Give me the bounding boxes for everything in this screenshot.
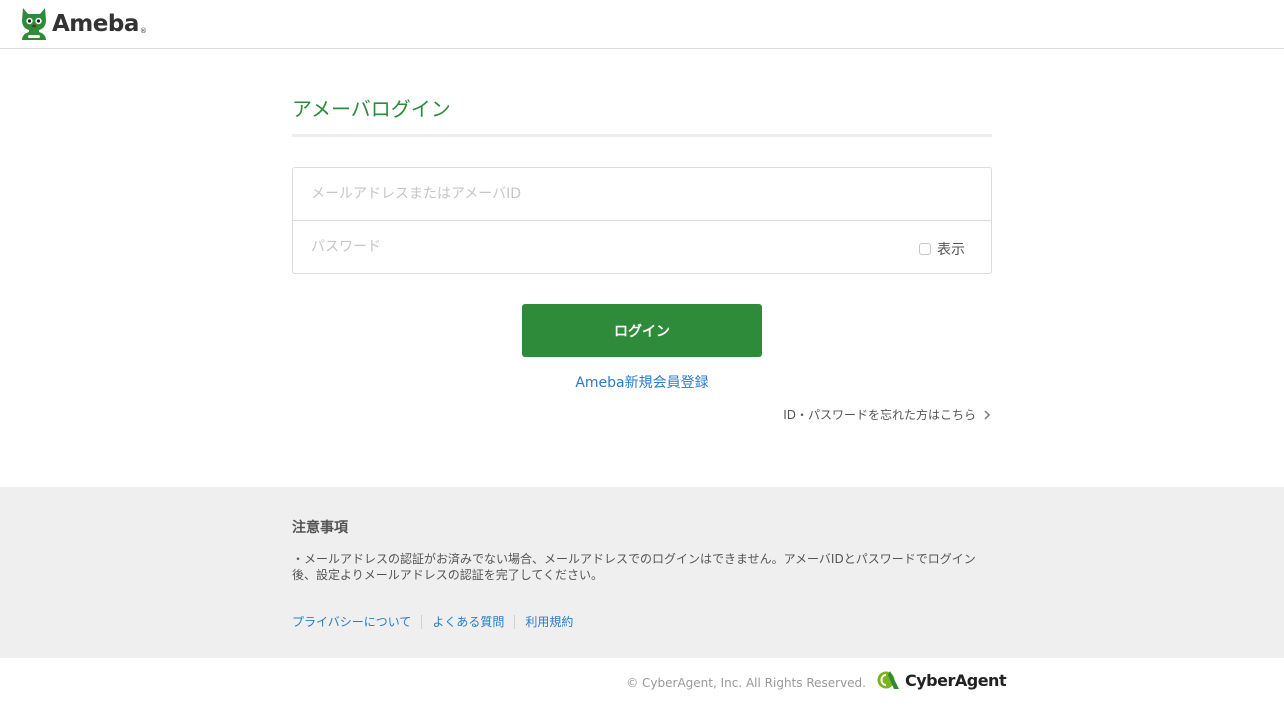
ameba-mascot-icon — [22, 8, 46, 40]
show-password-checkbox[interactable] — [919, 243, 931, 255]
copyright-text: © CyberAgent, Inc. All Rights Reserved. — [626, 676, 866, 690]
link-divider — [421, 614, 423, 629]
terms-link[interactable]: 利用規約 — [525, 613, 573, 630]
cyberagent-wordmark: CyberAgent — [905, 670, 1007, 690]
show-password-toggle[interactable]: 表示 — [919, 239, 965, 259]
page-title: アメーバログイン — [292, 92, 992, 137]
link-divider — [514, 614, 516, 629]
notice-section: 注意事項 ・メールアドレスの認証がお済みでない場合、メールアドレスでのログインは… — [0, 487, 1284, 658]
email-input[interactable] — [311, 168, 871, 220]
email-field-row — [293, 168, 991, 221]
copyright-bar: © CyberAgent, Inc. All Rights Reserved. — [0, 658, 1284, 706]
login-form: 表示 — [292, 167, 992, 274]
ameba-logo[interactable]: Ameba ® — [19, 6, 147, 42]
password-input[interactable] — [311, 221, 871, 273]
password-field-row: 表示 — [293, 221, 991, 273]
cyberagent-logo[interactable]: CyberAgent — [877, 670, 1007, 690]
forgot-password-link[interactable]: ID・パスワードを忘れた方はこちら — [783, 406, 992, 423]
privacy-link[interactable]: プライバシーについて — [292, 613, 411, 630]
login-panel: アメーバログイン 表示 ログイン Ameba新規会員登録 ID・パスワードを忘れ… — [292, 92, 992, 422]
notice-body: ・メールアドレスの認証がお済みでない場合、メールアドレスでのログインはできません… — [292, 552, 976, 582]
logo-wordmark: Ameba — [52, 11, 139, 37]
footer-links: プライバシーについて よくある質問 利用規約 — [292, 613, 573, 630]
forgot-password-label: ID・パスワードを忘れた方はこちら — [783, 408, 976, 422]
top-header: Ameba ® — [0, 0, 1284, 49]
show-password-label: 表示 — [937, 242, 965, 258]
faq-link[interactable]: よくある質問 — [432, 613, 504, 630]
cyberagent-mark-icon — [877, 671, 899, 689]
signup-link[interactable]: Ameba新規会員登録 — [292, 372, 992, 392]
login-button[interactable]: ログイン — [522, 304, 762, 357]
logo-registered-mark: ® — [139, 27, 147, 35]
notice-title: 注意事項 — [292, 520, 348, 536]
chevron-right-icon — [984, 409, 991, 420]
